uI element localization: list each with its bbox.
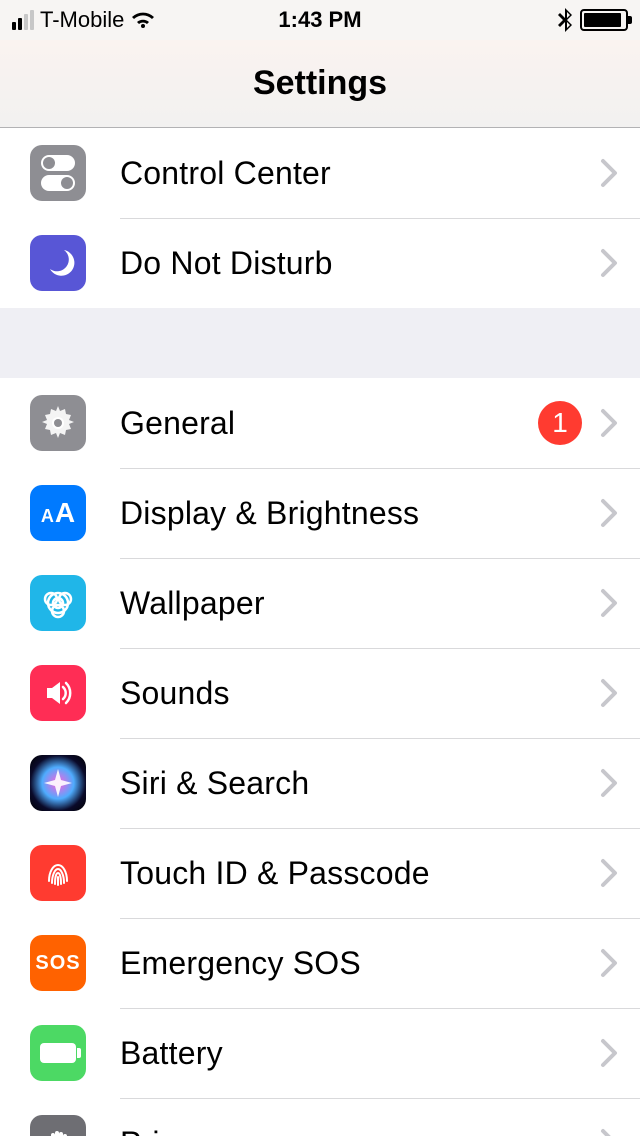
- bluetooth-icon: [558, 8, 572, 32]
- row-label: Siri & Search: [120, 765, 309, 802]
- status-right: [423, 8, 628, 32]
- row-label: Battery: [120, 1035, 223, 1072]
- row-accessory: 1: [538, 401, 640, 445]
- row-label: Touch ID & Passcode: [120, 855, 430, 892]
- group-separator: [0, 308, 640, 378]
- row-accessory: [600, 858, 640, 888]
- row-general[interactable]: General 1: [0, 378, 640, 468]
- row-control-center[interactable]: Control Center: [0, 128, 640, 218]
- chevron-right-icon: [600, 248, 618, 278]
- page-title: Settings: [253, 64, 387, 103]
- settings-group-0: Control Center Do Not Disturb: [0, 128, 640, 308]
- row-accessory: [600, 158, 640, 188]
- chevron-right-icon: [600, 858, 618, 888]
- row-label: General: [120, 405, 235, 442]
- row-label: Privacy: [120, 1125, 226, 1136]
- row-siri-search[interactable]: Siri & Search: [0, 738, 640, 828]
- chevron-right-icon: [600, 498, 618, 528]
- row-label: Emergency SOS: [120, 945, 361, 982]
- row-accessory: [600, 588, 640, 618]
- speaker-icon: [30, 665, 86, 721]
- row-label: Wallpaper: [120, 585, 265, 622]
- row-accessory: [600, 768, 640, 798]
- gear-icon: [30, 395, 86, 451]
- battery-icon: [580, 9, 628, 31]
- nav-header: Settings: [0, 40, 640, 128]
- row-display-brightness[interactable]: AA Display & Brightness: [0, 468, 640, 558]
- moon-icon: [30, 235, 86, 291]
- row-touchid-passcode[interactable]: Touch ID & Passcode: [0, 828, 640, 918]
- row-privacy[interactable]: Privacy: [0, 1098, 640, 1136]
- row-label: Sounds: [120, 675, 230, 712]
- row-label: Display & Brightness: [120, 495, 419, 532]
- wifi-icon: [130, 10, 156, 30]
- row-do-not-disturb[interactable]: Do Not Disturb: [0, 218, 640, 308]
- row-battery[interactable]: Battery: [0, 1008, 640, 1098]
- row-accessory: [600, 248, 640, 278]
- status-left: T-Mobile: [12, 7, 217, 33]
- chevron-right-icon: [600, 588, 618, 618]
- row-wallpaper[interactable]: Wallpaper: [0, 558, 640, 648]
- wallpaper-icon: [30, 575, 86, 631]
- row-label: Do Not Disturb: [120, 245, 333, 282]
- chevron-right-icon: [600, 1128, 618, 1136]
- settings-group-1: General 1 AA Display & Brightness Wallpa…: [0, 378, 640, 1136]
- battery-settings-icon: [30, 1025, 86, 1081]
- row-accessory: [600, 948, 640, 978]
- chevron-right-icon: [600, 1038, 618, 1068]
- row-sounds[interactable]: Sounds: [0, 648, 640, 738]
- chevron-right-icon: [600, 678, 618, 708]
- row-accessory: [600, 498, 640, 528]
- chevron-right-icon: [600, 158, 618, 188]
- control-center-icon: [30, 145, 86, 201]
- chevron-right-icon: [600, 408, 618, 438]
- status-bar: T-Mobile 1:43 PM: [0, 0, 640, 40]
- notification-badge: 1: [538, 401, 582, 445]
- carrier-label: T-Mobile: [40, 7, 124, 33]
- siri-icon: [30, 755, 86, 811]
- row-accessory: [600, 1038, 640, 1068]
- clock-label: 1:43 PM: [217, 7, 422, 33]
- row-emergency-sos[interactable]: SOS Emergency SOS: [0, 918, 640, 1008]
- chevron-right-icon: [600, 948, 618, 978]
- chevron-right-icon: [600, 768, 618, 798]
- hand-icon: [30, 1115, 86, 1136]
- row-accessory: [600, 1128, 640, 1136]
- sos-icon: SOS: [30, 935, 86, 991]
- display-icon: AA: [30, 485, 86, 541]
- fingerprint-icon: [30, 845, 86, 901]
- signal-strength-icon: [12, 10, 34, 30]
- row-accessory: [600, 678, 640, 708]
- row-label: Control Center: [120, 155, 331, 192]
